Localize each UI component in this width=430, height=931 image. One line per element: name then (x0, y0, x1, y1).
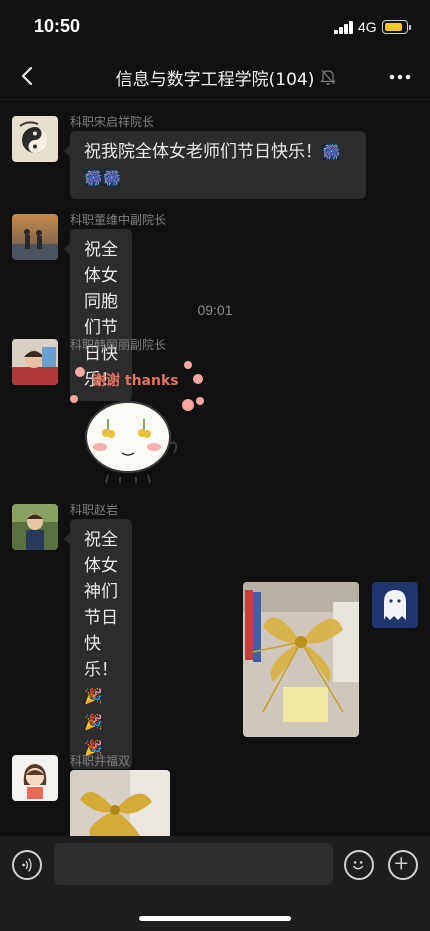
thanks-sticker[interactable]: 谢谢 thanks (70, 357, 220, 487)
sender-name: 科职井福双 (70, 754, 131, 768)
chevron-left-icon[interactable] (14, 62, 42, 90)
toddler-avatar[interactable] (12, 504, 58, 550)
message-bubble[interactable]: 祝我院全体女老师们节日快乐！🎆🎆🎆 (64, 131, 366, 199)
status-bar: 10:50 4G (0, 0, 430, 54)
sticker-text: 谢谢 thanks (92, 372, 179, 389)
outgoing-image-message[interactable] (243, 582, 359, 737)
party-popper-emoji: 🎉🎉🎉 (84, 687, 103, 757)
more-dots-icon[interactable] (386, 64, 414, 90)
home-indicator (139, 916, 291, 921)
chat-title: 信息与数字工程学院(104) (115, 70, 315, 90)
sender-name: 科职韩丽丽副院长 (70, 338, 167, 352)
message-text: 祝我院全体女老师们节日快乐！ (84, 142, 322, 162)
yin-yang-avatar[interactable] (12, 116, 58, 162)
input-bar (0, 836, 430, 931)
battery-icon (382, 20, 411, 34)
gift-bow-photo (243, 582, 359, 737)
sender-name: 科职赵岩 (70, 503, 119, 517)
cartoon-girl-avatar[interactable] (12, 755, 58, 801)
plus-icon[interactable] (388, 850, 418, 880)
image-message[interactable] (70, 770, 170, 836)
gift-bow-photo-partial (70, 770, 170, 836)
message-text: 祝全体女神们节日快乐！ (84, 530, 118, 680)
child-avatar[interactable] (12, 339, 58, 385)
chat-header: 信息与数字工程学院(104) (0, 54, 430, 100)
network-type: 4G (358, 19, 377, 35)
sunset-couple-avatar[interactable] (12, 214, 58, 260)
emoji-icon[interactable] (344, 850, 374, 880)
status-time: 10:50 (34, 16, 81, 36)
message-bubble[interactable]: 祝全体女神们节日快乐！ 🎉🎉🎉 (64, 519, 132, 769)
bell-muted-icon (320, 69, 336, 85)
message-input[interactable] (54, 843, 333, 885)
signal-icon (334, 21, 354, 34)
voice-icon[interactable] (12, 850, 42, 880)
chat-timestamp: 09:01 (197, 302, 233, 318)
sender-name: 科职董维中副院长 (70, 213, 167, 227)
ghost-avatar[interactable] (372, 582, 418, 628)
sender-name: 科职宋启祥院长 (70, 115, 155, 129)
